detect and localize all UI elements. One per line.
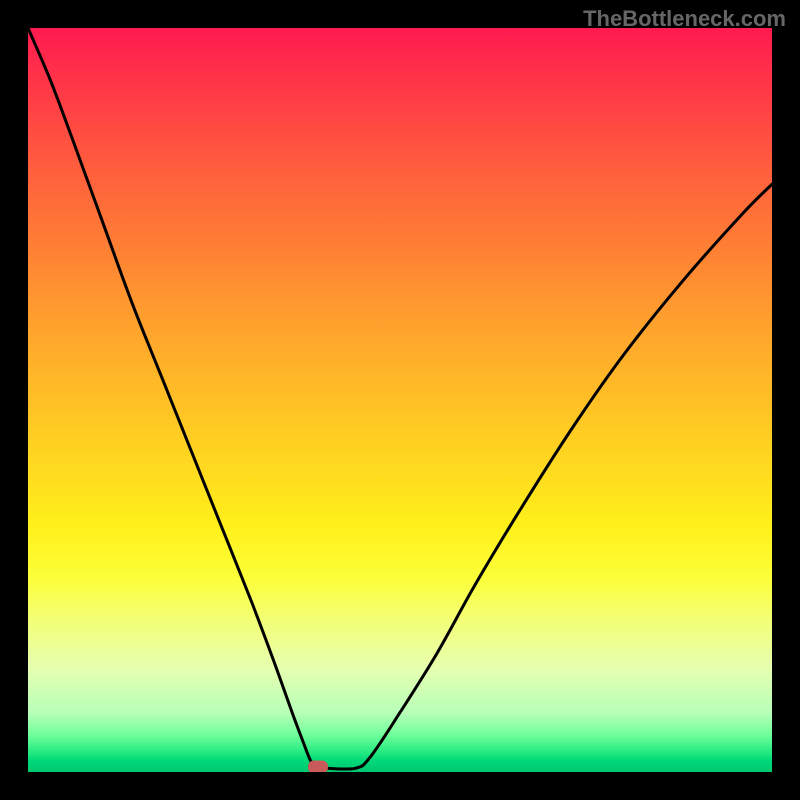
bottleneck-curve bbox=[28, 28, 772, 769]
optimal-point-marker bbox=[308, 760, 328, 772]
plot-area bbox=[28, 28, 772, 772]
curve-svg bbox=[28, 28, 772, 772]
watermark-text: TheBottleneck.com bbox=[583, 6, 786, 32]
